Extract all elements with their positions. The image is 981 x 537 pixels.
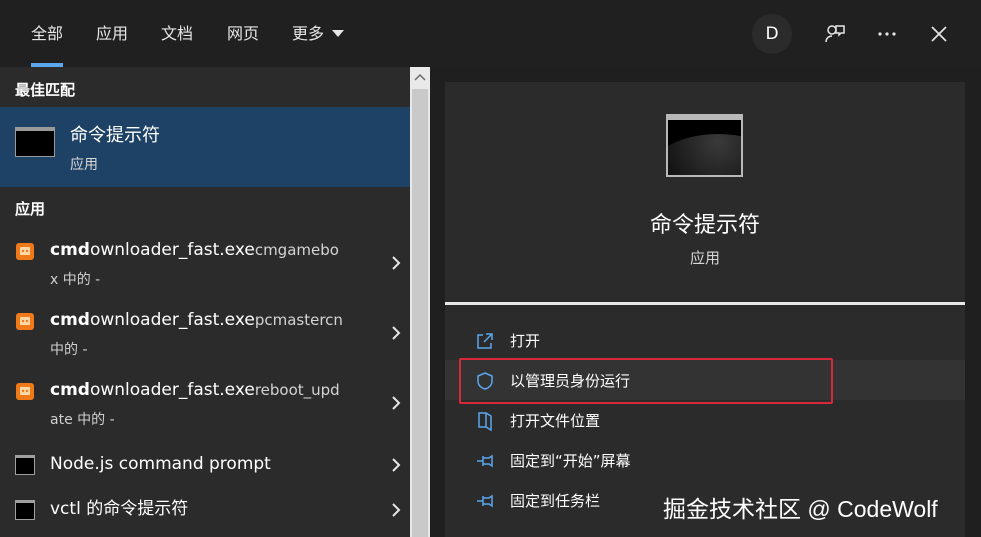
scroll-up-icon[interactable] bbox=[410, 67, 430, 87]
preview-pane: 命令提示符 应用 打开 以管理员身份运行 打开文件位置 固定到“开始”屏幕 固定… bbox=[445, 82, 965, 537]
app-package-icon bbox=[16, 383, 34, 400]
pin-to-start-label: 固定到“开始”屏幕 bbox=[510, 452, 631, 470]
list-item-title: cmdownloader_fast.exepcmastercn bbox=[50, 307, 360, 333]
more-icon[interactable] bbox=[867, 14, 907, 54]
list-item[interactable]: Node.js command prompt bbox=[0, 445, 410, 485]
list-item-location: reboot_upd bbox=[254, 381, 340, 399]
watermark: 掘金技术社区 @ CodeWolf bbox=[663, 496, 938, 522]
chevron-right-icon[interactable] bbox=[390, 255, 402, 271]
cmd-large-icon bbox=[666, 114, 743, 177]
tab-more-label: 更多 bbox=[292, 24, 325, 43]
tab-apps-label: 应用 bbox=[96, 24, 129, 43]
list-item-name: ownloader_fast.exe bbox=[89, 380, 255, 400]
list-item-subtitle: ate 中的 - bbox=[50, 412, 115, 428]
search-header: 全部 应用 文档 网页 更多 D bbox=[0, 0, 981, 67]
best-match-heading: 最佳匹配 bbox=[15, 81, 76, 99]
tab-more[interactable]: 更多 bbox=[292, 0, 345, 67]
close-icon[interactable] bbox=[919, 14, 959, 54]
folder-location-icon bbox=[478, 412, 492, 432]
pin-to-taskbar-label: 固定到任务栏 bbox=[510, 492, 601, 510]
pin-to-start-action[interactable]: 固定到“开始”屏幕 bbox=[445, 440, 965, 480]
list-item-title: cmdownloader_fast.execmgamebo bbox=[50, 237, 360, 263]
pin-icon bbox=[477, 454, 493, 468]
open-action[interactable]: 打开 bbox=[445, 320, 965, 360]
tab-web[interactable]: 网页 bbox=[227, 0, 259, 67]
chevron-right-icon[interactable] bbox=[390, 502, 402, 518]
list-item-bold: cmd bbox=[50, 310, 90, 330]
list-item-subtitle: 中的 - bbox=[50, 342, 88, 358]
best-match-item[interactable]: 命令提示符 应用 bbox=[0, 107, 410, 187]
chevron-right-icon[interactable] bbox=[390, 395, 402, 411]
best-match-title: 命令提示符 bbox=[70, 125, 160, 146]
results-list: 最佳匹配 命令提示符 应用 应用 cmdownloader_fast.execm… bbox=[0, 67, 410, 537]
list-item-bold: cmd bbox=[50, 240, 90, 260]
tab-all-label: 全部 bbox=[31, 24, 64, 43]
list-item-title: cmdownloader_fast.exereboot_upd bbox=[50, 377, 360, 403]
list-item-name: ownloader_fast.exe bbox=[89, 310, 255, 330]
divider bbox=[445, 302, 965, 305]
open-file-location-label: 打开文件位置 bbox=[510, 412, 601, 430]
tab-documents-label: 文档 bbox=[161, 24, 194, 43]
avatar[interactable]: D bbox=[752, 14, 792, 54]
cmd-icon bbox=[15, 455, 35, 475]
caret-down-icon bbox=[332, 30, 345, 37]
run-as-admin-label: 以管理员身份运行 bbox=[510, 372, 631, 390]
list-item-location: cmgamebo bbox=[254, 241, 339, 259]
feedback-icon[interactable] bbox=[815, 14, 855, 54]
apps-heading: 应用 bbox=[15, 200, 46, 218]
list-item-location: pcmastercn bbox=[254, 311, 343, 329]
open-icon bbox=[477, 333, 493, 349]
cmd-icon bbox=[15, 127, 55, 157]
list-item[interactable]: cmdownloader_fast.exepcmastercn 中的 - bbox=[0, 303, 410, 369]
list-item-bold: cmd bbox=[50, 380, 90, 400]
list-item[interactable]: cmdownloader_fast.execmgamebo x 中的 - bbox=[0, 233, 410, 299]
list-item-title: Node.js command prompt bbox=[50, 454, 271, 474]
tab-web-label: 网页 bbox=[227, 24, 260, 43]
list-item-title: vctl 的命令提示符 bbox=[50, 499, 189, 519]
preview-app-name: 命令提示符 bbox=[649, 213, 760, 238]
admin-shield-icon bbox=[477, 372, 493, 390]
best-match-subtitle: 应用 bbox=[70, 157, 98, 173]
list-item-subtitle: x 中的 - bbox=[50, 272, 101, 288]
tab-all[interactable]: 全部 bbox=[31, 0, 64, 67]
list-item[interactable]: vctl 的命令提示符 bbox=[0, 490, 410, 530]
chevron-right-icon[interactable] bbox=[390, 457, 402, 473]
preview-app-type: 应用 bbox=[689, 249, 720, 267]
open-label: 打开 bbox=[510, 332, 541, 350]
tab-documents[interactable]: 文档 bbox=[161, 0, 193, 67]
chevron-right-icon[interactable] bbox=[390, 325, 402, 341]
list-item-name: ownloader_fast.exe bbox=[89, 240, 255, 260]
app-package-icon bbox=[16, 243, 34, 260]
scrollbar-thumb[interactable] bbox=[412, 89, 428, 537]
app-package-icon bbox=[16, 313, 34, 330]
cmd-icon bbox=[15, 500, 35, 520]
run-as-admin-action[interactable]: 以管理员身份运行 bbox=[445, 360, 965, 400]
pin-icon bbox=[477, 494, 493, 508]
tab-apps[interactable]: 应用 bbox=[96, 0, 128, 67]
open-file-location-action[interactable]: 打开文件位置 bbox=[445, 400, 965, 440]
list-item[interactable]: cmdownloader_fast.exereboot_upd ate 中的 - bbox=[0, 373, 410, 439]
